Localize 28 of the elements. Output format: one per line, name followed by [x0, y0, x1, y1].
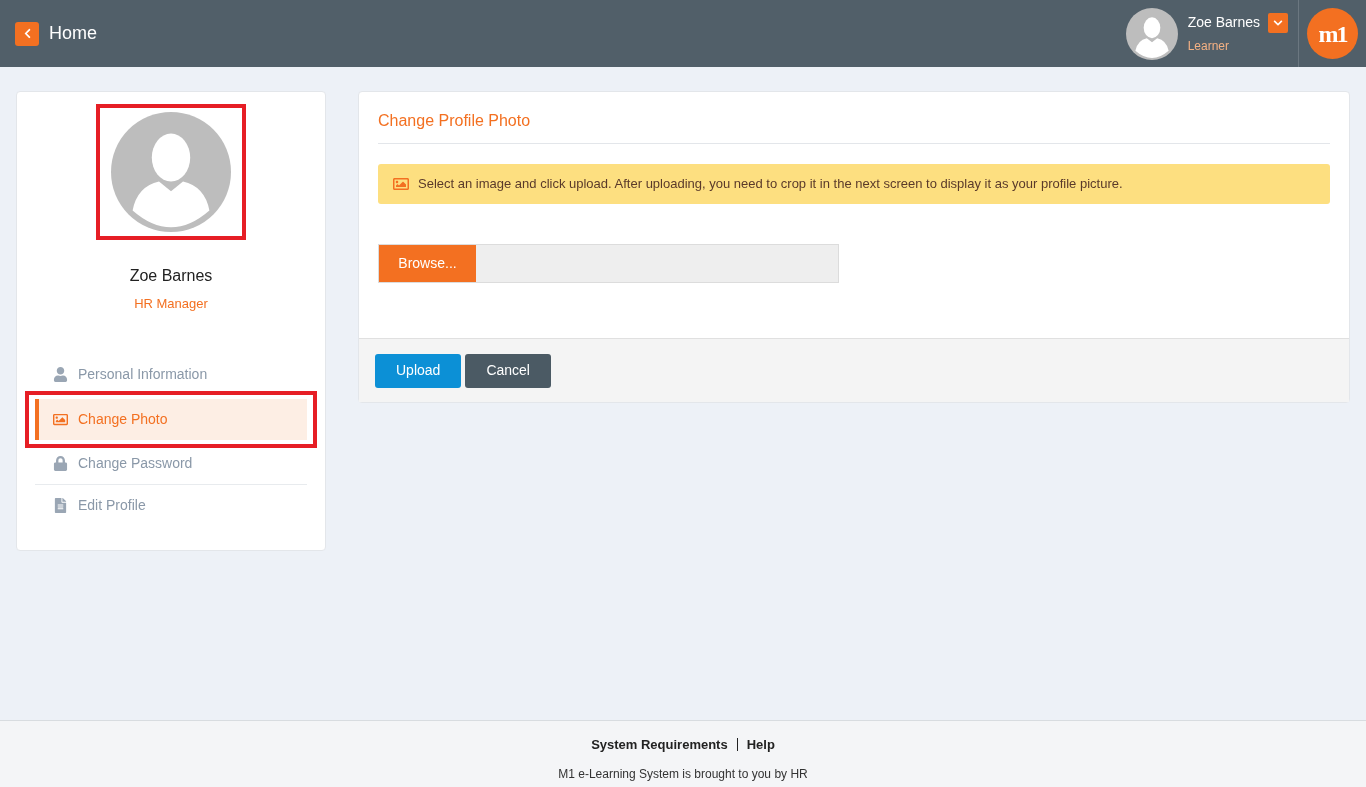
document-icon	[53, 497, 68, 513]
browse-button[interactable]: Browse...	[379, 245, 476, 282]
panel-title: Change Profile Photo	[378, 92, 1330, 144]
menu-item[interactable]: Edit Profile	[35, 484, 307, 526]
caret-icon	[1273, 18, 1283, 28]
cancel-button[interactable]: Cancel	[465, 353, 551, 388]
profile-title: HR Manager	[134, 295, 208, 313]
menu-item[interactable]: Change Password	[35, 443, 307, 485]
upload-button[interactable]: Upload	[375, 353, 462, 388]
notice-text: Select an image and click upload. After uploading, you need to crop it in the next screen to display it as your profile picture.	[418, 175, 1123, 194]
back-button[interactable]	[15, 21, 39, 46]
logo: m1	[1307, 8, 1358, 59]
footer-note: M1 e-Learning System is brought to you by HR	[558, 765, 808, 783]
file-field[interactable]: Browse...	[378, 244, 839, 283]
avatar-icon	[1125, 7, 1178, 60]
user-role: Learner	[1187, 38, 1230, 55]
user-menu-button[interactable]	[1268, 13, 1288, 33]
profile-name: Zoe Barnes	[129, 266, 213, 286]
user-name: Zoe Barnes	[1187, 13, 1260, 32]
page-title: Home	[49, 22, 97, 45]
image-icon	[393, 176, 409, 192]
footer-link[interactable]: System Requirements	[591, 735, 728, 755]
lock-icon	[53, 456, 68, 471]
image-icon	[53, 411, 68, 427]
user-icon	[53, 366, 68, 382]
menu-item[interactable]: Personal Information	[35, 353, 307, 395]
footer-link[interactable]: Help	[746, 735, 775, 755]
menu-item[interactable]: Change Photo	[35, 398, 307, 440]
